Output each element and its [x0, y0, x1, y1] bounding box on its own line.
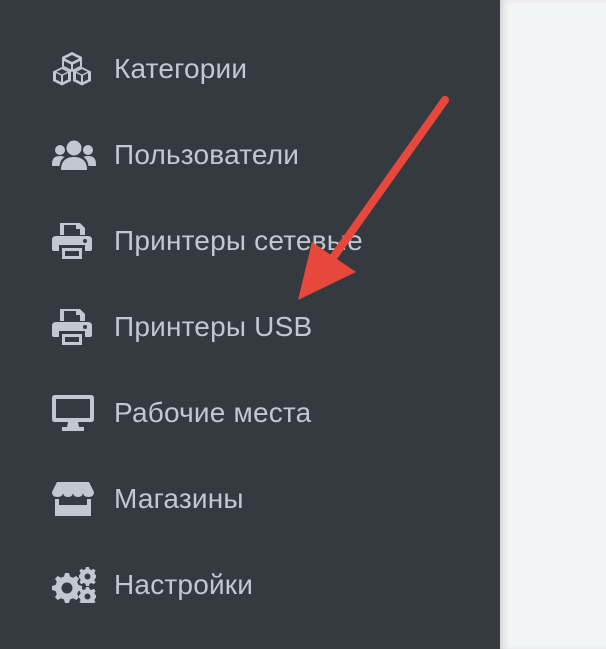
- users-icon: [52, 138, 96, 172]
- sidebar-item-label: Категории: [114, 53, 248, 84]
- sidebar-item-label: Настройки: [114, 569, 254, 600]
- printer-icon: [52, 223, 96, 259]
- sidebar-item-settings[interactable]: Настройки: [0, 542, 500, 628]
- printer-icon: [52, 309, 96, 345]
- main-content-area: [500, 0, 606, 649]
- sidebar: Категории Пользователи Принтеры сетевые …: [0, 0, 500, 649]
- sidebar-nav: Категории Пользователи Принтеры сетевые …: [0, 26, 500, 628]
- page: Категории Пользователи Принтеры сетевые …: [0, 0, 606, 649]
- store-icon: [52, 482, 96, 516]
- desktop-icon: [52, 395, 96, 431]
- sidebar-item-network-printers[interactable]: Принтеры сетевые: [0, 198, 500, 284]
- sidebar-item-usb-printers[interactable]: Принтеры USB: [0, 284, 500, 370]
- sidebar-item-categories[interactable]: Категории: [0, 26, 500, 112]
- sidebar-item-label: Пользователи: [114, 139, 300, 170]
- cogs-icon: [52, 567, 96, 603]
- sidebar-item-label: Магазины: [114, 483, 244, 514]
- sidebar-item-label: Принтеры USB: [114, 311, 313, 342]
- sidebar-item-label: Принтеры сетевые: [114, 225, 363, 256]
- sidebar-item-stores[interactable]: Магазины: [0, 456, 500, 542]
- cubes-icon: [52, 52, 96, 86]
- sidebar-item-workplaces[interactable]: Рабочие места: [0, 370, 500, 456]
- sidebar-item-users[interactable]: Пользователи: [0, 112, 500, 198]
- sidebar-item-label: Рабочие места: [114, 397, 312, 428]
